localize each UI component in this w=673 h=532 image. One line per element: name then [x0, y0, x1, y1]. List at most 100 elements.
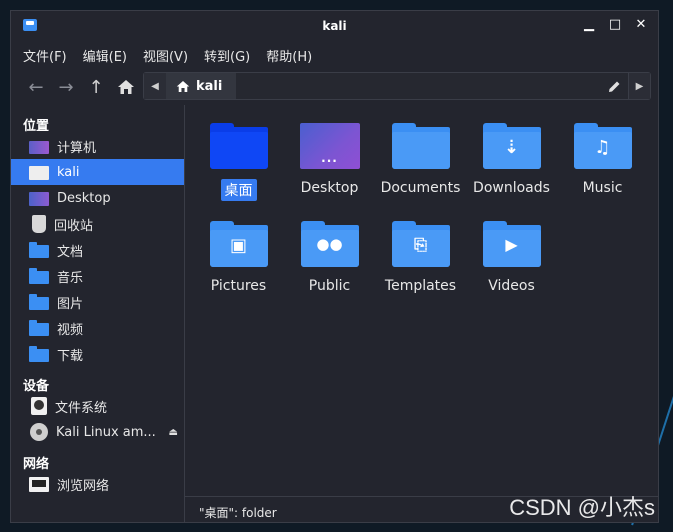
folder-icon [29, 320, 49, 336]
minimize-button[interactable]: ▁ [582, 17, 596, 33]
drive-icon [31, 397, 47, 415]
menu-bar: 文件(F) 编辑(E) 视图(V) 转到(G) 帮助(H) [11, 41, 658, 69]
toolbar: ← → ↑ ◀ kali ▶ [11, 69, 658, 105]
path-scroll-right-button[interactable]: ▶ [628, 73, 650, 99]
file-item-desktop[interactable]: Desktop [284, 119, 375, 205]
file-item-label: Public [308, 278, 351, 294]
title-bar[interactable]: kali ▁ □ ✕ [11, 11, 658, 41]
close-button[interactable]: ✕ [634, 17, 648, 33]
music-folder-icon: ♫ [573, 123, 632, 169]
menu-file[interactable]: 文件(F) [23, 46, 67, 65]
videos-folder-icon: ▶ [482, 221, 541, 267]
sidebar-heading-devices: 设备 [23, 379, 50, 394]
sidebar-item-computer[interactable]: 计算机 [11, 133, 184, 159]
sidebar-item-filesystem[interactable]: 文件系统 [11, 393, 184, 419]
sidebar-item-trash[interactable]: 回收站 [11, 211, 184, 237]
trash-icon [32, 215, 46, 233]
file-item-pictures[interactable]: ▣ Pictures [193, 217, 284, 303]
home-button[interactable] [111, 74, 141, 100]
maximize-button[interactable]: □ [608, 17, 622, 33]
path-crumb-home[interactable]: kali [166, 73, 237, 99]
computer-icon [29, 140, 49, 154]
menu-go[interactable]: 转到(G) [204, 46, 250, 65]
file-item-label: Videos [488, 278, 535, 294]
public-folder-icon: ●● [300, 221, 359, 267]
menu-help[interactable]: 帮助(H) [266, 46, 312, 65]
file-manager-window: kali ▁ □ ✕ 文件(F) 编辑(E) 视图(V) 转到(G) 帮助(H)… [10, 10, 659, 523]
up-arrow-icon: ↑ [88, 76, 104, 98]
sidebar-heading-places: 位置 [23, 119, 50, 134]
folder-icon [29, 268, 49, 284]
sidebar: 位置 计算机 kali Desktop 回收站 文档 音乐 图片 视频 下载 设… [11, 105, 185, 522]
pencil-icon [608, 81, 619, 92]
folder-icon [29, 242, 49, 258]
sidebar-item-label: Desktop [57, 190, 111, 206]
file-grid: 桌面 Desktop Documents ⇣ Downloads ♫ Music [193, 119, 648, 303]
file-item-public[interactable]: ●● Public [284, 217, 375, 303]
folder-icon [29, 346, 49, 362]
sidebar-item-home[interactable]: kali [11, 159, 184, 185]
sidebar-item-pictures[interactable]: 图片 [11, 289, 184, 315]
edit-location-button[interactable] [600, 73, 628, 99]
network-icon [29, 476, 49, 492]
desktop-icon [29, 191, 49, 206]
file-item-templates[interactable]: ⎘ Templates [375, 217, 466, 303]
sidebar-item-label: 浏览网络 [57, 478, 110, 494]
home-folder-icon [29, 165, 49, 180]
home-icon [118, 80, 134, 94]
sidebar-item-browse-network[interactable]: 浏览网络 [11, 471, 184, 497]
menu-edit[interactable]: 编辑(E) [83, 46, 127, 65]
file-view[interactable]: 桌面 Desktop Documents ⇣ Downloads ♫ Music [185, 105, 658, 522]
file-item-label: Downloads [473, 180, 550, 196]
sidebar-item-label: kali [57, 164, 80, 180]
folder-icon [391, 123, 450, 169]
file-item-label: 桌面 [220, 179, 257, 201]
path-crumb-label: kali [196, 78, 223, 94]
sidebar-heading-network: 网络 [23, 457, 50, 472]
sidebar-item-label: 文档 [57, 244, 84, 260]
templates-folder-icon: ⎘ [391, 221, 450, 267]
sidebar-item-label: 回收站 [54, 218, 94, 234]
watermark-text: CSDN @小杰s [509, 495, 655, 520]
file-item-label: Pictures [210, 278, 267, 294]
file-item-downloads[interactable]: ⇣ Downloads [466, 119, 557, 205]
pictures-folder-icon: ▣ [209, 221, 268, 267]
sidebar-item-label: Kali Linux am... [56, 424, 156, 440]
sidebar-item-music[interactable]: 音乐 [11, 263, 184, 289]
sidebar-item-label: 文件系统 [55, 400, 108, 416]
up-button[interactable]: ↑ [81, 74, 111, 100]
eject-icon[interactable]: ⏏ [169, 427, 178, 438]
sidebar-item-label: 下载 [57, 348, 84, 364]
forward-button[interactable]: → [51, 74, 81, 100]
sidebar-item-videos[interactable]: 视频 [11, 315, 184, 341]
sidebar-item-desktop[interactable]: Desktop [11, 185, 184, 211]
file-item-label: Templates [384, 278, 457, 294]
sidebar-item-downloads[interactable]: 下载 [11, 341, 184, 367]
file-item-desktop-cn[interactable]: 桌面 [193, 119, 284, 205]
sidebar-item-label: 视频 [57, 322, 84, 338]
forward-arrow-icon: → [58, 76, 74, 98]
status-text: "桌面": folder [199, 506, 277, 520]
back-arrow-icon: ← [28, 76, 44, 98]
file-item-label: Desktop [300, 180, 359, 196]
disc-icon [30, 423, 48, 441]
file-item-label: Music [582, 180, 623, 196]
home-icon [176, 80, 190, 92]
file-item-music[interactable]: ♫ Music [557, 119, 648, 205]
file-item-videos[interactable]: ▶ Videos [466, 217, 557, 303]
sidebar-item-documents[interactable]: 文档 [11, 237, 184, 263]
path-empty-area[interactable] [236, 73, 600, 99]
path-scroll-left-button[interactable]: ◀ [144, 73, 166, 99]
sidebar-item-kali-disc[interactable]: Kali Linux am... ⏏ [11, 419, 184, 445]
menu-view[interactable]: 视图(V) [143, 46, 188, 65]
downloads-folder-icon: ⇣ [482, 123, 541, 169]
file-item-documents[interactable]: Documents [375, 119, 466, 205]
desktop-folder-icon [209, 123, 268, 169]
file-item-label: Documents [380, 180, 461, 196]
folder-icon [29, 294, 49, 310]
sidebar-item-label: 计算机 [57, 140, 97, 156]
sidebar-item-label: 图片 [57, 296, 84, 312]
sidebar-item-label: 音乐 [57, 270, 84, 286]
back-button[interactable]: ← [21, 74, 51, 100]
location-bar: ◀ kali ▶ [143, 72, 651, 100]
